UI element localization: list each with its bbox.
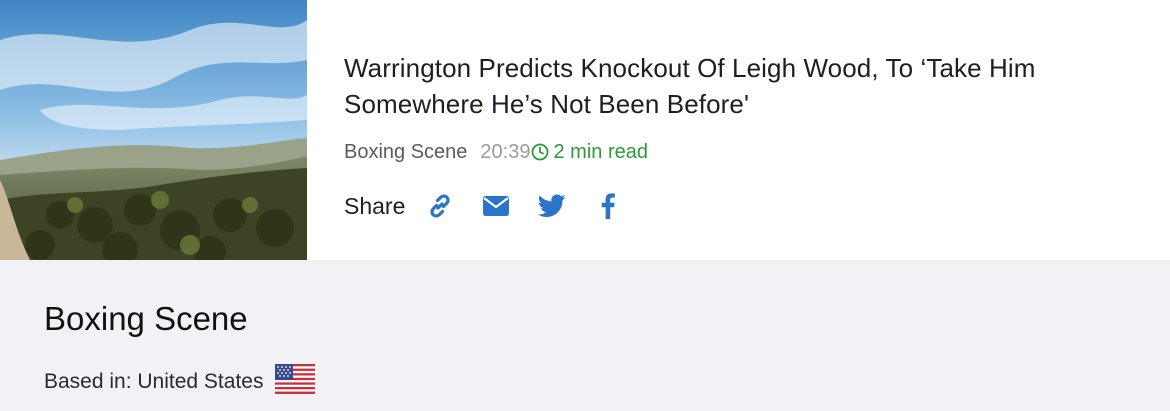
article-meta: Boxing Scene 20:39 2 min read [344,140,648,164]
article-source[interactable]: Boxing Scene [344,141,467,164]
copy-link-button[interactable] [425,191,455,221]
facebook-share-button[interactable] [593,191,623,221]
twitter-share-button[interactable] [537,191,567,221]
source-name[interactable]: Boxing Scene [44,300,248,338]
read-time: 2 min read [553,140,648,163]
share-label: Share [344,192,406,219]
email-share-button[interactable] [481,191,511,221]
link-icon [430,194,450,218]
us-flag-icon [275,364,316,400]
article-card[interactable]: Warrington Predicts Knockout Of Leigh Wo… [0,0,1170,260]
twitter-icon [538,194,566,217]
share-row: Share [344,188,649,224]
based-in-text: Based in: United States [44,370,264,393]
facebook-icon [602,193,616,219]
clock-icon [531,143,549,161]
source-location: Based in: United States [44,364,316,400]
source-panel: Boxing Scene Based in: United States [0,260,1170,411]
email-icon [483,196,510,216]
article-thumbnail[interactable] [0,0,307,260]
article-headline[interactable]: Warrington Predicts Knockout Of Leigh Wo… [344,50,1134,122]
article-time: 20:39 [480,140,531,163]
landscape-thumbnail [0,0,307,260]
